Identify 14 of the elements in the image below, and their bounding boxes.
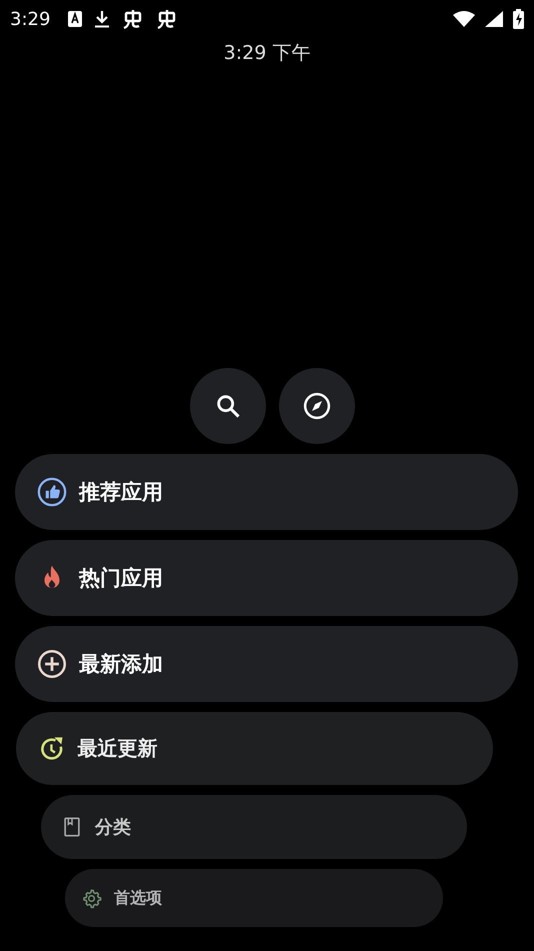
wifi-icon xyxy=(453,11,475,27)
menu-item[interactable]: 分类 xyxy=(41,795,467,859)
menu-item[interactable]: 最新添加 xyxy=(15,626,518,702)
download-icon xyxy=(94,10,110,28)
status-time: 3:29 xyxy=(10,8,50,30)
menu-item[interactable]: 热门应用 xyxy=(15,540,518,616)
menu-item[interactable]: 最近更新 xyxy=(16,712,492,785)
menu-item[interactable]: 推荐应用 xyxy=(15,454,518,530)
keyboard-notification-icon xyxy=(68,11,82,27)
battery-icon xyxy=(513,9,524,29)
menu-item[interactable]: 首选项 xyxy=(65,869,443,927)
signal-icon xyxy=(485,11,503,27)
clock-text: 3:29 下午 xyxy=(222,41,312,66)
compass-icon xyxy=(302,391,332,421)
